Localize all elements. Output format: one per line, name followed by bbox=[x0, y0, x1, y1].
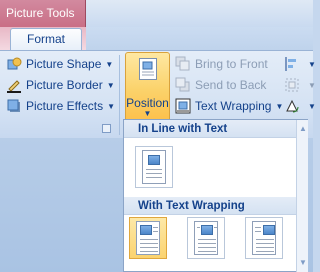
picture-shape-button[interactable]: Picture Shape ▼ bbox=[6, 54, 113, 74]
document-icon bbox=[194, 221, 218, 255]
text-wrapping-icon bbox=[175, 98, 191, 114]
chevron-down-icon: ▼ bbox=[105, 59, 114, 69]
picture-effects-label: Picture Effects bbox=[26, 99, 104, 113]
position-button[interactable]: Position ▼ bbox=[125, 52, 170, 122]
text-wrapping-button[interactable]: Text Wrapping ▼ bbox=[175, 96, 283, 116]
picture-shape-icon bbox=[6, 56, 22, 72]
dialog-launcher-icon[interactable] bbox=[102, 124, 111, 133]
rotate-icon bbox=[284, 98, 300, 114]
context-tab-title: Picture Tools bbox=[0, 0, 86, 27]
section-with-text-wrapping: With Text Wrapping bbox=[124, 197, 296, 215]
send-to-back-icon bbox=[175, 77, 191, 93]
tab-format[interactable]: Format bbox=[10, 28, 82, 51]
text-wrapping-label: Text Wrapping bbox=[195, 99, 272, 113]
align-icon bbox=[284, 56, 300, 72]
chevron-down-icon: ▼ bbox=[275, 101, 284, 111]
position-label: Position bbox=[126, 96, 169, 110]
position-top-center[interactable] bbox=[187, 217, 225, 259]
position-top-left[interactable] bbox=[129, 217, 167, 259]
group-icon bbox=[284, 77, 300, 93]
bring-to-front-icon bbox=[175, 56, 191, 72]
scroll-up-icon[interactable]: ▲ bbox=[299, 124, 307, 133]
chevron-down-icon: ▼ bbox=[107, 101, 116, 111]
picture-border-button[interactable]: Picture Border ▼ bbox=[6, 75, 115, 95]
picture-border-label: Picture Border bbox=[26, 78, 103, 92]
picture-border-icon bbox=[6, 77, 22, 93]
section-in-line-with-text: In Line with Text bbox=[124, 120, 296, 138]
send-to-back-button[interactable]: Send to Back bbox=[175, 75, 266, 95]
chevron-down-icon: ▼ bbox=[106, 80, 115, 90]
group-button[interactable]: ▼ bbox=[284, 75, 316, 95]
gallery-scrollbar[interactable]: ▲ ▼ bbox=[296, 120, 308, 272]
picture-shape-label: Picture Shape bbox=[26, 57, 102, 71]
picture-effects-icon bbox=[6, 98, 22, 114]
position-icon bbox=[139, 58, 157, 80]
chevron-down-icon: ▼ bbox=[308, 80, 316, 90]
scroll-down-icon[interactable]: ▼ bbox=[299, 258, 307, 267]
align-button[interactable]: ▼ bbox=[284, 54, 316, 74]
document-icon bbox=[252, 221, 276, 255]
picture-effects-button[interactable]: Picture Effects ▼ bbox=[6, 96, 115, 116]
group-separator bbox=[119, 55, 120, 135]
chevron-down-icon: ▼ bbox=[308, 101, 316, 111]
chevron-down-icon: ▼ bbox=[143, 109, 152, 118]
chevron-down-icon: ▼ bbox=[308, 59, 316, 69]
position-gallery: In Line with Text With Text Wrapping ▲ ▼ bbox=[123, 119, 308, 272]
bring-to-front-label: Bring to Front bbox=[195, 57, 268, 71]
document-icon bbox=[142, 150, 166, 184]
document-icon bbox=[136, 221, 160, 255]
send-to-back-label: Send to Back bbox=[195, 78, 267, 92]
position-inline[interactable] bbox=[135, 146, 173, 188]
rotate-button[interactable]: ▼ bbox=[284, 96, 316, 116]
bring-to-front-button[interactable]: Bring to Front bbox=[175, 54, 268, 74]
position-top-right[interactable] bbox=[245, 217, 283, 259]
